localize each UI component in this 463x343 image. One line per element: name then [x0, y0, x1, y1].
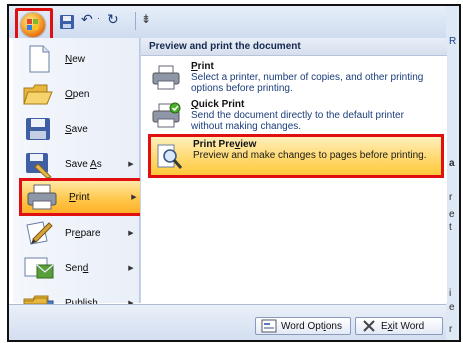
- submenu-item-print[interactable]: Print Select a printer, number of copies…: [145, 60, 439, 96]
- submenu-title: rint: [197, 61, 214, 72]
- menu-label: rint: [75, 191, 90, 203]
- submenu-header: Preview and print the document: [141, 38, 447, 56]
- save-as-icon: [26, 153, 52, 179]
- submenu-description: Select a printer, number of copies, and …: [191, 72, 424, 94]
- undo-dropdown-icon[interactable]: ·: [97, 13, 100, 31]
- menu-label-mnemonic: S: [65, 123, 72, 135]
- button-label: Word Opt: [281, 320, 324, 332]
- submenu-title-mnemonic: Q: [191, 99, 199, 110]
- prepare-icon: [26, 221, 53, 245]
- submenu-title: uick Print: [198, 99, 245, 110]
- edge-text: t: [449, 222, 452, 233]
- menu-label-mnemonic: P: [69, 191, 76, 203]
- customize-toolbar-icon[interactable]: ⇟: [141, 12, 151, 30]
- menu-label: s: [96, 158, 102, 170]
- menu-item-new[interactable]: New: [15, 40, 137, 78]
- submenu-title: Print Pre: [193, 139, 235, 150]
- menu-item-print[interactable]: Print ▶: [19, 178, 143, 216]
- save-disk-icon: [26, 118, 50, 140]
- menu-label: ave: [71, 123, 88, 135]
- menu-item-save[interactable]: Save: [15, 110, 137, 148]
- printer-icon: [152, 65, 180, 90]
- menu-label-mnemonic: d: [82, 262, 89, 274]
- edge-text: R: [449, 36, 457, 47]
- print-preview-icon: [157, 144, 183, 169]
- word-options-button[interactable]: Word Options: [255, 317, 351, 335]
- edge-text: e: [449, 302, 455, 313]
- office-menu-commands: New Open Save Save As ▶ Print ▶ Prepare …: [13, 38, 143, 314]
- submenu-item-quick-print[interactable]: Quick Print Send the document directly t…: [145, 98, 439, 134]
- close-icon: [363, 320, 375, 332]
- submenu-title-mnemonic: P: [191, 61, 198, 72]
- quick-access-toolbar: ↶ · ↻ ⇟: [9, 6, 459, 42]
- menu-label: pen: [72, 88, 90, 100]
- edge-text: r: [449, 192, 453, 203]
- button-label: E: [381, 320, 388, 332]
- submenu-item-print-preview[interactable]: Print Preview Preview and make changes t…: [148, 134, 444, 178]
- menu-item-send[interactable]: Send ▶: [15, 249, 137, 287]
- open-folder-icon: [23, 84, 53, 105]
- edge-text: r: [449, 324, 453, 335]
- button-label: ons: [325, 320, 342, 332]
- redo-icon[interactable]: ↻: [107, 11, 119, 29]
- submenu-arrow-icon: ▶: [128, 161, 134, 168]
- office-logo-icon: [27, 19, 38, 30]
- send-icon: [24, 257, 54, 279]
- exit-word-button[interactable]: Exit Word: [355, 317, 443, 335]
- menu-label: Pr: [65, 227, 75, 239]
- submenu-arrow-icon: ▶: [128, 265, 134, 272]
- submenu-description: Preview and make changes to pages before…: [193, 150, 427, 161]
- menu-label: Sen: [65, 262, 83, 274]
- word-office-menu-window: ↶ · ↻ ⇟ R a r e t i e r New Open Save Sa…: [7, 4, 461, 342]
- edge-text: a: [449, 158, 455, 169]
- office-menu-footer: Word Options Exit Word: [9, 304, 446, 340]
- edge-text: i: [449, 288, 452, 299]
- office-button-highlight: [15, 8, 53, 42]
- button-label: it Word: [392, 320, 425, 332]
- options-icon: [261, 319, 277, 333]
- printer-icon: [27, 184, 57, 210]
- office-button[interactable]: [21, 13, 45, 37]
- quick-print-icon: [152, 102, 181, 128]
- menu-label: Save: [65, 158, 91, 170]
- menu-label-mnemonic: O: [65, 88, 73, 100]
- submenu-description: Send the document directly to the defaul…: [191, 110, 404, 132]
- menu-label: ew: [72, 53, 86, 65]
- new-document-icon: [29, 45, 50, 73]
- menu-label: pare: [80, 227, 101, 239]
- menu-item-open[interactable]: Open: [15, 75, 137, 113]
- submenu-arrow-icon: ▶: [128, 230, 134, 237]
- toolbar-divider: [135, 12, 136, 30]
- submenu-title: iew: [240, 139, 257, 150]
- undo-icon[interactable]: ↶: [81, 11, 93, 29]
- menu-item-prepare[interactable]: Prepare ▶: [15, 214, 137, 252]
- document-edge: [446, 6, 459, 340]
- edge-text: e: [449, 209, 455, 220]
- print-submenu: Preview and print the document Print Sel…: [140, 38, 447, 303]
- save-icon[interactable]: [59, 13, 75, 31]
- menu-label-mnemonic: A: [90, 158, 97, 170]
- submenu-arrow-icon: ▶: [131, 194, 137, 201]
